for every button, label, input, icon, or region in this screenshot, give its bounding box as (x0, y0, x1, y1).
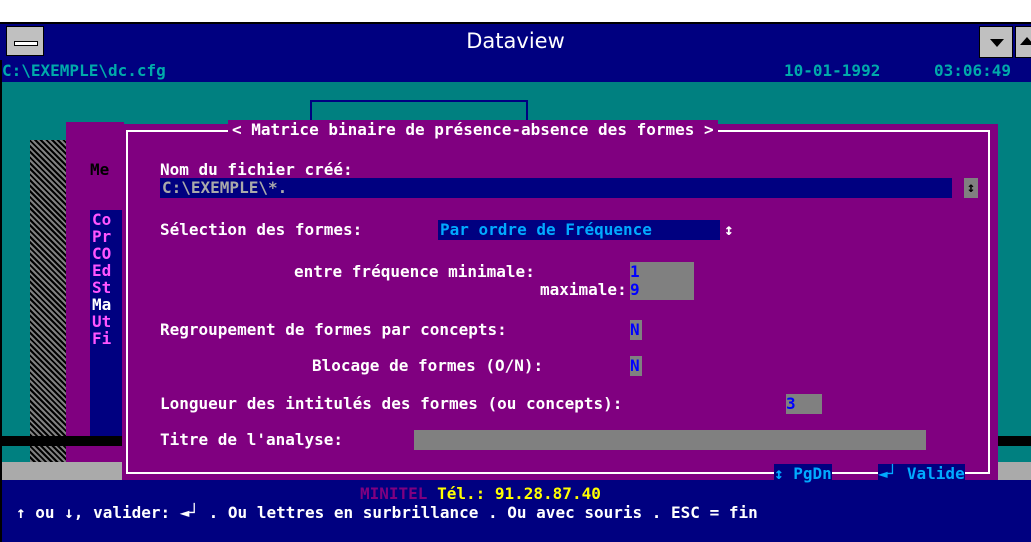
file-value: C:\EXEMPLE\*. (162, 178, 288, 197)
config-path: C:\EXEMPLE\dc.cfg (2, 61, 166, 80)
freq-min-label: entre fréquence minimale: (294, 262, 535, 281)
info-bar: C:\EXEMPLE\dc.cfg 10-01-1992 03:06:49 (2, 60, 1031, 82)
minitel-line: MINITEL Tél.: 91.28.87.40 (360, 484, 601, 504)
minitel-phone: Tél.: 91.28.87.40 (437, 484, 601, 503)
main-menu-title: Me (90, 160, 110, 179)
updown-icon[interactable]: ↕ (964, 178, 978, 198)
triangle-down-icon (990, 39, 1004, 47)
triangle-up-icon (1020, 37, 1031, 45)
blocage-label: Blocage de formes (O/N): (312, 356, 544, 375)
pgdn-button[interactable]: ↕ PgDn (774, 464, 832, 484)
window-title: Dataview (466, 29, 565, 53)
time-display: 03:06:49 (934, 61, 1012, 80)
file-label: Nom du fichier créé: (160, 160, 353, 179)
system-menu-button[interactable] (6, 26, 44, 56)
help-text: ↑ ou ↓, valider: ◄┘ . Ou lettres en surb… (16, 503, 758, 522)
maximize-button[interactable] (1015, 26, 1031, 58)
freq-max-value: 9 (630, 280, 640, 299)
freq-max-label: maximale: (540, 280, 627, 299)
regroup-value: N (630, 320, 640, 339)
longueur-label: Longueur des intitulés des formes (ou co… (160, 394, 623, 413)
blocage-value: N (630, 356, 640, 375)
freq-min-value: 1 (630, 262, 640, 281)
titre-input[interactable] (414, 430, 926, 450)
titre-label: Titre de l'analyse: (160, 430, 344, 449)
minitel-label: MINITEL (360, 484, 428, 503)
minimize-button[interactable] (979, 26, 1013, 58)
dos-screen: C:\EXEMPLE\dc.cfg 10-01-1992 03:06:49 Me… (2, 60, 1031, 542)
main-menu-panel: Me Co Pr CO Ed St Ma Ut Fi (66, 122, 130, 480)
regroup-label: Regroupement de formes par concepts: (160, 320, 507, 339)
selection-label: Sélection des formes: (160, 220, 363, 239)
updown-icon[interactable]: ↕ (724, 220, 734, 240)
dialog-title: < Matrice binaire de présence-absence de… (228, 120, 718, 140)
longueur-value: 3 (786, 394, 796, 413)
minus-icon (14, 41, 38, 46)
valide-button[interactable]: ◄┘ Valide (878, 464, 965, 484)
matrix-dialog: < Matrice binaire de présence-absence de… (122, 120, 998, 484)
date-display: 10-01-1992 (784, 61, 881, 80)
menu-item[interactable]: Fi (92, 329, 111, 349)
selection-value: Par ordre de Fréquence (440, 220, 652, 239)
